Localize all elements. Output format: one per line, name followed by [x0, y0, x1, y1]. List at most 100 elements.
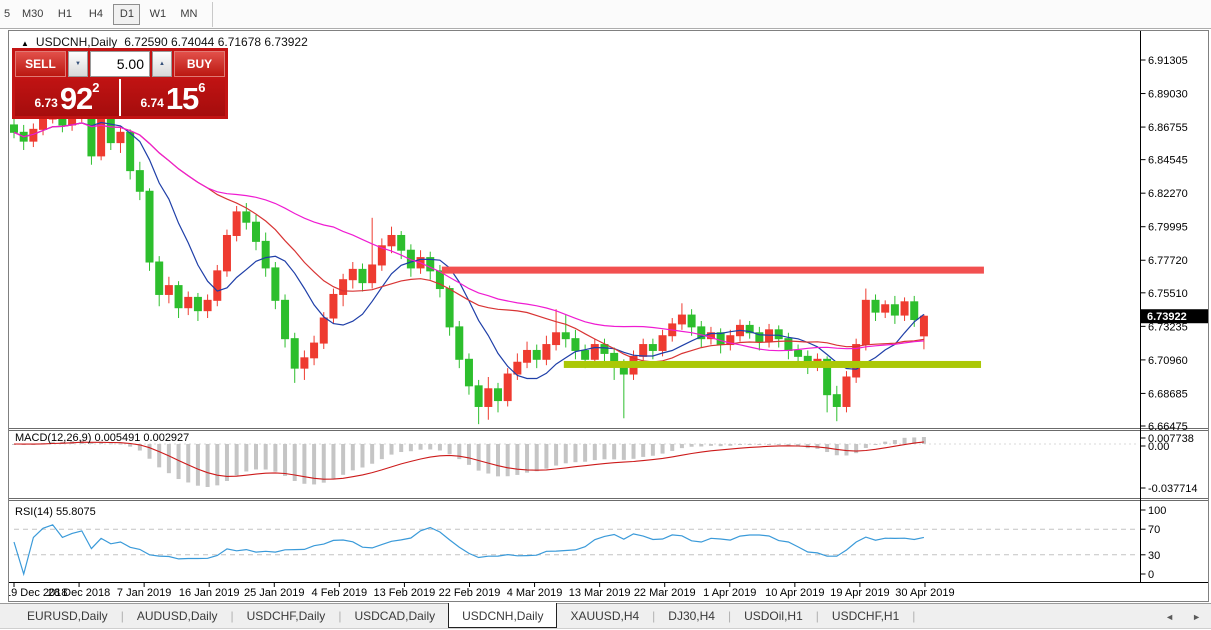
timeframe-h4-button[interactable]: H4 — [82, 4, 109, 25]
tabs-scroll-right-icon[interactable]: ► — [1192, 612, 1201, 622]
macd-histogram-bar — [883, 441, 888, 444]
candle-up — [329, 293, 338, 319]
tab-usdoil-h1[interactable]: USDOil,H1 — [731, 604, 816, 628]
candle-down — [774, 329, 783, 340]
macd-axis-label: -0.037714 — [1148, 483, 1198, 495]
macd-histogram-bar — [660, 443, 665, 454]
chart-symbol-period: USDCNH,Daily — [35, 35, 118, 49]
price-axis-label: 6.68685 — [1148, 388, 1188, 400]
tab-usdchf-daily[interactable]: USDCHF,Daily — [234, 604, 339, 628]
candle-up — [677, 314, 686, 325]
macd-histogram-bar — [689, 443, 694, 447]
macd-histogram-bar — [563, 443, 568, 464]
candle-down — [145, 190, 154, 263]
tab-scroll-arrows: ◄ ► — [1165, 612, 1201, 622]
candle-up — [116, 131, 125, 144]
timeframe-m30-button[interactable]: M30 — [18, 4, 47, 25]
candle-down — [716, 332, 725, 346]
x-axis-label: 28 Dec 2018 — [48, 587, 110, 599]
macd-histogram-bar — [205, 443, 210, 487]
candle-down — [271, 267, 280, 301]
candle-up — [484, 388, 493, 407]
macd-histogram-bar — [157, 443, 162, 468]
tab-audusd-daily[interactable]: AUDUSD,Daily — [124, 604, 231, 628]
macd-histogram-bar — [486, 443, 491, 474]
tab-usdcnh-daily-active[interactable]: USDCNH,Daily — [448, 603, 558, 628]
rsi-axis-label: 0 — [1148, 569, 1154, 581]
candle-down — [445, 288, 454, 328]
timeframe-h1-button[interactable]: H1 — [51, 4, 78, 25]
macd-histogram-bar — [583, 443, 588, 462]
sell-button[interactable]: SELL — [15, 51, 66, 77]
price-axis-label: 6.82270 — [1148, 188, 1188, 200]
macd-histogram-bar — [399, 443, 404, 453]
candle-up — [213, 270, 222, 301]
timeframe-m5-button[interactable]: 5 — [0, 4, 14, 25]
macd-histogram-bar — [273, 443, 278, 472]
macd-histogram-bar — [331, 443, 336, 480]
candle-down — [494, 388, 502, 402]
macd-histogram-bar — [641, 443, 646, 457]
tab-separator: | — [912, 609, 916, 623]
macd-histogram-bar — [428, 443, 433, 450]
macd-histogram-bar — [496, 443, 500, 477]
x-axis-label: 10 Apr 2019 — [765, 587, 824, 599]
macd-histogram-bar — [244, 443, 249, 472]
buy-price-display[interactable]: 6.74 15 6 — [121, 79, 225, 116]
tabs-scroll-left-icon[interactable]: ◄ — [1165, 612, 1174, 622]
tab-dj30-h4[interactable]: DJ30,H4 — [655, 604, 728, 628]
macd-histogram-bar — [341, 443, 346, 475]
timeframe-mn-button[interactable]: MN — [175, 4, 202, 25]
sell-price-display[interactable]: 6.73 92 2 — [15, 79, 119, 116]
x-axis-label: 13 Mar 2019 — [569, 587, 631, 599]
macd-histogram-bar — [554, 443, 559, 466]
candle-up — [310, 342, 319, 359]
macd-histogram-bar — [360, 443, 365, 468]
tab-eurusd-daily[interactable]: EURUSD,Daily — [14, 604, 121, 628]
candle-down — [794, 349, 803, 357]
buy-button[interactable]: BUY — [174, 51, 225, 77]
macd-histogram-bar — [321, 443, 326, 483]
macd-histogram-bar — [873, 443, 878, 445]
tab-usdchf-h1[interactable]: USDCHF,H1 — [819, 604, 912, 628]
trade-panel-controls: SELL ▼ 5.00 ▲ BUY — [15, 51, 225, 77]
trading-terminal: 5 M30 H1 H4 D1 W1 MN 0.007738 0.00 -0.0377… — [0, 0, 1211, 630]
resistance-line — [441, 266, 984, 274]
macd-histogram-bar — [447, 443, 452, 455]
tab-xauusd-h4[interactable]: XAUUSD,H4 — [557, 604, 652, 628]
candle-down — [281, 299, 290, 340]
macd-histogram-bar — [195, 443, 200, 486]
volume-decrease-button[interactable]: ▼ — [68, 51, 88, 77]
candle-up — [919, 315, 928, 337]
price-axis-label: 6.70960 — [1148, 355, 1188, 367]
rsi-axis-label: 70 — [1148, 524, 1160, 536]
macd-histogram-bar — [718, 443, 723, 447]
current-price-value: 6.73922 — [1147, 311, 1187, 323]
buy-price-pip: 6 — [198, 80, 206, 95]
candle-up — [300, 357, 309, 369]
chart-window: 0.007738 0.00 -0.037714 100 70 30 0 6.91305 6.89… — [8, 30, 1209, 602]
timeframe-w1-button[interactable]: W1 — [144, 4, 171, 25]
collapse-panel-icon[interactable]: ▲ — [21, 39, 29, 48]
chart-ohlc-values: 6.72590 6.74044 6.71678 6.73922 — [124, 35, 308, 49]
macd-histogram-bar — [515, 443, 520, 475]
candle-up — [881, 304, 890, 313]
tab-usdcad-daily[interactable]: USDCAD,Daily — [341, 604, 448, 628]
volume-increase-button[interactable]: ▲ — [152, 51, 172, 77]
toolbar-separator — [212, 1, 214, 27]
candle-down — [561, 332, 570, 340]
chart-title: ▲ USDCNH,Daily 6.72590 6.74044 6.71678 6… — [21, 35, 308, 49]
volume-input[interactable]: 5.00 — [90, 51, 150, 77]
candle-up — [861, 299, 870, 346]
x-axis-label: 19 Apr 2019 — [830, 587, 889, 599]
macd-histogram-bar — [650, 443, 655, 456]
candle-down — [890, 304, 899, 316]
sell-price-main: 92 — [59, 81, 93, 116]
buy-price-main: 15 — [165, 81, 199, 116]
candle-up — [658, 335, 667, 351]
timeframe-d1-button[interactable]: D1 — [113, 3, 141, 25]
x-axis-label: 22 Mar 2019 — [634, 587, 696, 599]
macd-histogram-bar — [621, 443, 626, 460]
candle-down — [455, 326, 464, 360]
x-axis-label: 4 Feb 2019 — [312, 587, 368, 599]
